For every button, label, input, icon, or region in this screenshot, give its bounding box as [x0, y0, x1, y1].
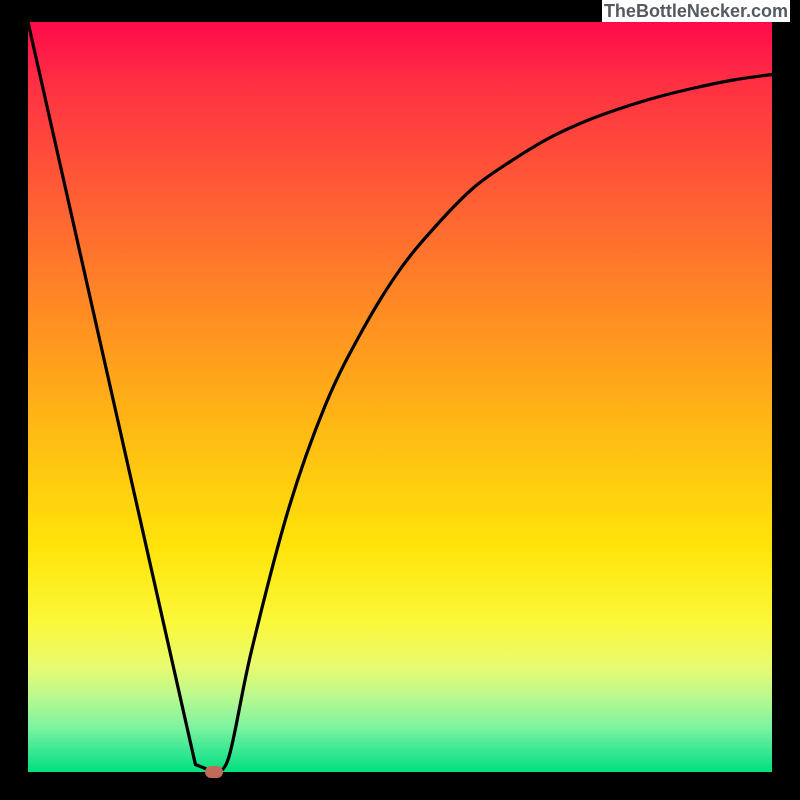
- optimal-point-marker: [205, 766, 223, 778]
- attribution-label: TheBottleNecker.com: [602, 0, 790, 22]
- chart-frame: TheBottleNecker.com: [0, 0, 800, 800]
- plot-area: [28, 22, 772, 772]
- curve-svg: [28, 22, 772, 772]
- bottleneck-curve: [28, 22, 772, 772]
